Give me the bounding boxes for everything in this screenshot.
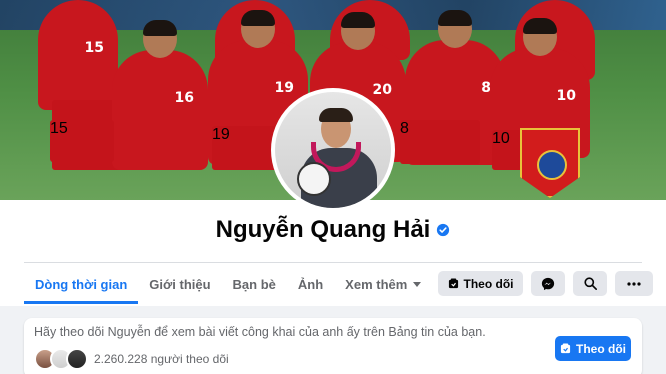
more-options-button[interactable] xyxy=(615,271,653,296)
player: 15 xyxy=(38,0,118,110)
profile-name-row: Nguyễn Quang Hải xyxy=(0,216,666,244)
avatar-football xyxy=(297,162,331,196)
player-head xyxy=(143,20,177,58)
follow-icon xyxy=(448,278,458,289)
tab-about[interactable]: Giới thiệu xyxy=(138,264,221,304)
follow-button-label: Theo dõi xyxy=(463,276,514,291)
tab-label: Giới thiệu xyxy=(149,276,211,292)
follow-prompt-card: Hãy theo dõi Nguyễn để xem bài viết công… xyxy=(24,318,642,374)
shorts-number: 10 xyxy=(492,130,510,147)
follow-primary-button[interactable]: Theo dõi xyxy=(555,336,631,361)
follow-button[interactable]: Theo dõi xyxy=(438,271,523,296)
tab-friends[interactable]: Bạn bè xyxy=(222,264,287,304)
profile-name: Nguyễn Quang Hải xyxy=(216,216,451,244)
jersey-number: 16 xyxy=(174,90,194,106)
jersey-number: 19 xyxy=(274,80,294,96)
avatar xyxy=(275,92,391,208)
player-head xyxy=(523,18,557,56)
tab-label: Dòng thời gian xyxy=(35,276,128,292)
tab-label: Bạn bè xyxy=(232,276,276,292)
messenger-icon xyxy=(541,277,555,290)
header-divider xyxy=(24,262,642,263)
profile-actions: Theo dõi xyxy=(438,271,653,296)
tab-label: Ảnh xyxy=(297,276,324,292)
shorts: 8 xyxy=(400,120,480,164)
player-head xyxy=(241,10,275,48)
jersey-number: 15 xyxy=(84,40,104,56)
profile-picture[interactable] xyxy=(271,88,395,212)
jersey-number: 10 xyxy=(556,88,576,104)
tab-label: Xem thêm xyxy=(345,276,408,292)
messenger-button[interactable] xyxy=(531,271,565,296)
follower-avatar xyxy=(66,348,88,370)
team-pennant xyxy=(520,128,580,198)
profile-header: 15 16 19 20 8 10 15 19 8 10 Nguyễn Quang… xyxy=(0,0,666,306)
federation-logo xyxy=(537,150,567,180)
player-head xyxy=(438,10,472,48)
follow-prompt-text: Hãy theo dõi Nguyễn để xem bài viết công… xyxy=(34,325,486,339)
search-icon xyxy=(583,277,597,290)
chevron-down-icon xyxy=(413,281,422,287)
jersey-number: 20 xyxy=(372,82,392,98)
search-button[interactable] xyxy=(573,271,607,296)
follower-count: 2.260.228 người theo dõi xyxy=(94,352,229,366)
player: 16 xyxy=(112,20,208,170)
tab-photos[interactable]: Ảnh xyxy=(287,264,334,304)
shorts: 15 xyxy=(50,120,114,162)
more-icon xyxy=(627,281,641,286)
shorts-number: 15 xyxy=(50,120,68,137)
tab-more[interactable]: Xem thêm xyxy=(334,264,432,304)
shorts-number: 8 xyxy=(400,120,409,137)
follow-icon xyxy=(560,343,571,354)
follow-primary-label: Theo dõi xyxy=(576,341,626,356)
profile-tabs: Dòng thời gian Giới thiệu Bạn bè Ảnh Xem… xyxy=(24,264,432,304)
followers-row[interactable]: 2.260.228 người theo dõi xyxy=(34,348,229,370)
tab-timeline[interactable]: Dòng thời gian xyxy=(24,264,139,304)
player-head xyxy=(341,12,375,50)
profile-name-text: Nguyễn Quang Hải xyxy=(215,216,431,243)
shorts-number: 19 xyxy=(212,126,230,143)
verified-badge-icon xyxy=(437,223,450,237)
